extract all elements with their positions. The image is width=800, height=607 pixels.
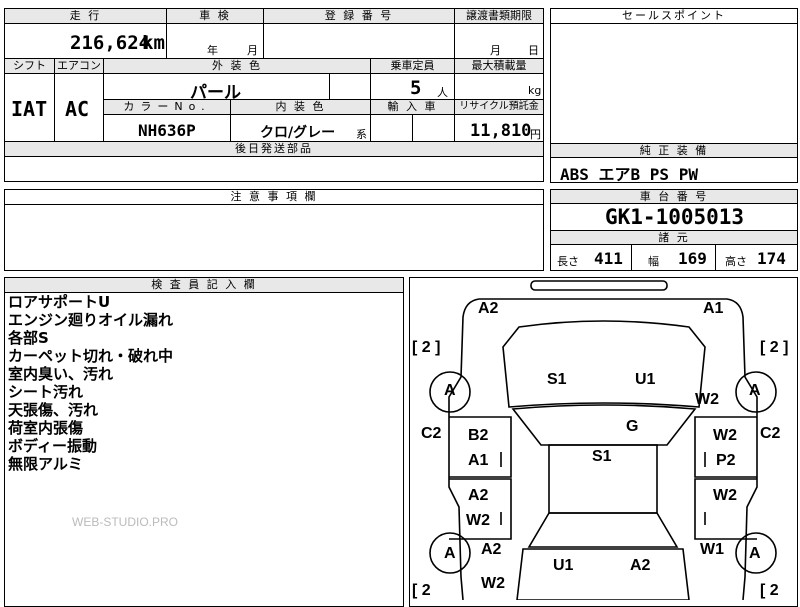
- damage-fender-right: W2: [695, 391, 719, 408]
- damage-front-door-right-1: W2: [713, 427, 737, 444]
- front-bumper-outline: [530, 280, 668, 291]
- length-label: 長さ: [557, 255, 579, 268]
- mileage-unit: km: [142, 32, 165, 54]
- damage-rear-door-left-2: W2: [466, 512, 490, 529]
- damage-front-right: A1: [703, 300, 724, 317]
- inspection-month-unit: 月: [247, 44, 258, 57]
- damage-rear-fender-left: A2: [481, 541, 502, 558]
- equipment-value: ABS エアB PS PW: [560, 165, 698, 184]
- inspector-notes-header: 検 査 員 記 入 欄: [4, 277, 404, 293]
- transfer-header: 譲渡書類期限: [454, 8, 544, 24]
- transfer-month-unit: 月: [490, 44, 501, 57]
- tire-front-right: A: [749, 382, 761, 399]
- tire-rear-right: A: [749, 545, 761, 562]
- tire-count-front-left: [ 2 ]: [412, 339, 441, 356]
- equipment-header: 純 正 装 備: [550, 143, 798, 158]
- note-line: 荷室内張傷: [8, 419, 84, 437]
- tailgate-outline: [516, 548, 690, 600]
- shift-value: IAT: [11, 97, 48, 121]
- damage-rear-door-right: W2: [713, 487, 737, 504]
- damage-front-door-left-2: A1: [468, 452, 489, 469]
- length-value: 411: [594, 249, 623, 268]
- width-label: 幅: [648, 255, 659, 268]
- exterior-color-header: 外 装 色: [103, 58, 371, 74]
- transfer-day-unit: 日: [528, 44, 539, 57]
- watermark: WEB-STUDIO.PRO: [72, 515, 179, 529]
- aircon-header: エアコン: [54, 58, 104, 74]
- sales-point-section: [550, 8, 798, 145]
- tire-count-front-right: [ 2 ]: [760, 339, 789, 356]
- capacity-value: 5: [410, 77, 422, 99]
- recycle-value: 11,810: [470, 121, 532, 141]
- tire-front-left: A: [444, 382, 456, 399]
- chassis-header: 車 台 番 号: [550, 189, 798, 204]
- aircon-value: AC: [65, 97, 90, 121]
- damage-front-door-right-2: P2: [716, 452, 736, 469]
- hood-outline: [502, 320, 706, 408]
- note-line: 室内臭い、汚れ: [8, 365, 114, 383]
- damage-roof: S1: [592, 448, 612, 465]
- damage-pillar-left: C2: [421, 425, 442, 442]
- exterior-color-divider: [329, 73, 330, 100]
- note-line: シート汚れ: [8, 383, 84, 401]
- spec-divider-2: [715, 244, 716, 271]
- import-header: 輸 入 車: [370, 99, 455, 115]
- damage-rear-fender-right: W1: [700, 541, 724, 558]
- capacity-header: 乗車定員: [370, 58, 455, 74]
- interior-color-header: 内 装 色: [230, 99, 371, 115]
- damage-rear-left: W2: [481, 575, 505, 592]
- rear-window-outline: [527, 512, 679, 548]
- registration-header: 登 録 番 号: [263, 8, 455, 24]
- damage-front-left: A2: [478, 300, 499, 317]
- damage-tail-right: A2: [630, 557, 651, 574]
- inspection-year-unit: 年: [207, 44, 218, 57]
- recycle-header: リサイクル預託金: [454, 99, 544, 115]
- chassis-value: GK1-1005013: [605, 205, 745, 229]
- note-line: ボディー振動: [8, 437, 97, 455]
- note-line: ロアサポートU: [8, 293, 111, 311]
- height-label: 高さ: [725, 255, 747, 268]
- capacity-unit: 人: [437, 86, 448, 99]
- damage-windshield: G: [626, 418, 639, 435]
- note-line: エンジン廻りオイル漏れ: [8, 311, 174, 329]
- mileage-value: 216,624: [70, 32, 151, 54]
- damage-rear-door-left-1: A2: [468, 487, 489, 504]
- damage-hood-right: U1: [635, 371, 656, 388]
- height-value: 174: [757, 249, 786, 268]
- color-no-value: NH636P: [138, 121, 196, 140]
- windshield-outline: [511, 404, 697, 446]
- inspection-header: 車 検: [166, 8, 264, 24]
- interior-color-value: クロ/グレー: [260, 125, 336, 141]
- interior-color-suffix: 系: [356, 128, 367, 141]
- max-load-header: 最大積載量: [454, 58, 544, 74]
- note-line: カーペット切れ・破れ中: [8, 347, 174, 365]
- note-line: 無限アルミ: [8, 455, 83, 473]
- damage-front-door-left-1: B2: [468, 427, 489, 444]
- import-divider: [412, 114, 413, 142]
- specs-header: 諸 元: [550, 230, 798, 245]
- damage-pillar-right: C2: [760, 425, 781, 442]
- caution-header: 注 意 事 項 欄: [4, 189, 544, 205]
- max-load-unit: kg: [528, 84, 542, 97]
- damage-hood-left: S1: [547, 371, 567, 388]
- damage-tail-left: U1: [553, 557, 574, 574]
- recycle-unit: 円: [530, 128, 541, 141]
- color-no-header: カラーNo.: [103, 99, 231, 115]
- tire-count-rear-left: [ 2: [412, 582, 431, 599]
- mileage-header: 走 行: [4, 8, 167, 24]
- spec-divider-1: [631, 244, 632, 271]
- width-value: 169: [678, 249, 707, 268]
- shift-header: シフト: [4, 58, 55, 74]
- tire-rear-left: A: [444, 545, 456, 562]
- note-line: 天張傷、汚れ: [8, 401, 99, 419]
- tire-count-rear-right: [ 2: [760, 582, 779, 599]
- later-parts-header: 後日発送部品: [4, 141, 544, 157]
- note-line: 各部S: [8, 329, 49, 347]
- sales-point-header: セールスポイント: [550, 8, 798, 24]
